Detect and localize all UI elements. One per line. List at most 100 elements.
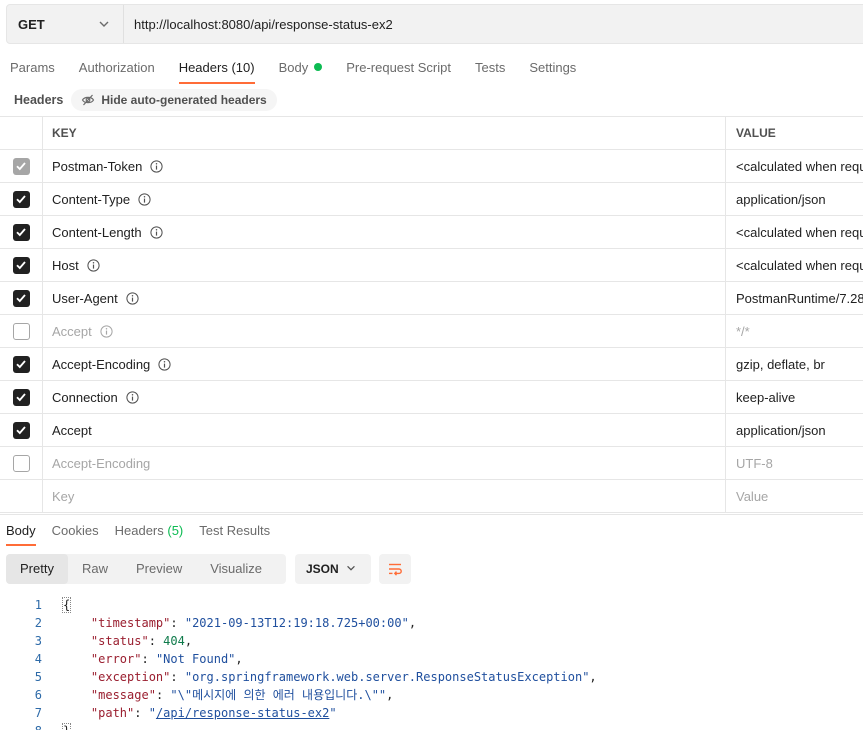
header-key: Accept	[52, 323, 92, 339]
line-number: 2	[34, 616, 42, 630]
info-icon[interactable]	[87, 258, 100, 272]
row-checkbox[interactable]	[12, 223, 30, 241]
line-number: 1	[34, 598, 42, 612]
header-key-cell[interactable]: Accept-Encoding	[43, 348, 726, 380]
header-value-cell[interactable]: <calculated when request is sent>	[726, 150, 863, 182]
tab-body[interactable]: Body	[269, 52, 333, 84]
header-key-cell[interactable]: Content-Length	[43, 216, 726, 248]
header-key: Content-Type	[52, 191, 131, 207]
line-number: 3	[34, 634, 42, 648]
header-key: Accept-Encoding	[52, 356, 151, 372]
json-value: "Not Found"	[155, 652, 236, 666]
response-tabs: Body Cookies Headers (5) Test Results	[0, 514, 863, 546]
url-input[interactable]: http://localhost:8080/api/response-statu…	[124, 17, 393, 32]
checkmark-icon	[16, 360, 26, 369]
header-value-cell[interactable]: gzip, deflate, br	[726, 348, 863, 380]
row-check-cell	[0, 348, 43, 380]
code-line: 6 "message": "\"메시지에 의한 에러 내용입니다.\"",	[0, 686, 863, 704]
new-key-input[interactable]: Key	[43, 480, 726, 512]
view-preview-button[interactable]: Preview	[122, 554, 196, 584]
row-checkbox[interactable]	[12, 421, 30, 439]
row-checkbox[interactable]	[12, 256, 30, 274]
table-header-row: KEY VALUE	[0, 117, 863, 150]
checkmark-icon	[16, 393, 26, 402]
header-key-cell[interactable]: Accept	[43, 315, 726, 347]
header-key-cell[interactable]: User-Agent	[43, 282, 726, 314]
tab-authorization[interactable]: Authorization	[69, 52, 165, 84]
json-value: "2021-09-13T12:19:18.725+00:00"	[184, 616, 409, 630]
request-tabs: Params Authorization Headers (10) Body P…	[0, 52, 590, 84]
json-value-link[interactable]: "/api/response-status-ex2"	[149, 706, 337, 720]
row-checkbox[interactable]	[12, 355, 30, 373]
headers-section-label: Headers	[14, 93, 64, 107]
info-icon[interactable]	[158, 357, 171, 371]
row-checkbox[interactable]	[12, 322, 30, 340]
tab-params[interactable]: Params	[0, 52, 65, 84]
new-header-row: Key Value	[0, 480, 863, 513]
info-icon[interactable]	[138, 192, 151, 206]
row-check-cell	[0, 150, 43, 182]
header-value-cell[interactable]: application/json	[726, 183, 863, 215]
hide-auto-generated-headers-button[interactable]: Hide auto-generated headers	[71, 89, 277, 111]
header-value-cell[interactable]: UTF-8	[726, 447, 863, 479]
tab-headers[interactable]: Headers (10)	[169, 52, 265, 84]
code-line: 4 "error": "Not Found",	[0, 650, 863, 668]
view-pretty-button[interactable]: Pretty	[6, 554, 68, 584]
row-check-cell	[0, 282, 43, 314]
row-check-cell	[0, 447, 43, 479]
tab-pre-request-script[interactable]: Pre-request Script	[336, 52, 461, 84]
json-comma: ,	[408, 616, 417, 630]
wrap-lines-button[interactable]	[379, 554, 411, 584]
header-value-cell[interactable]: application/json	[726, 414, 863, 446]
info-icon[interactable]	[100, 324, 113, 338]
tab-tests[interactable]: Tests	[465, 52, 515, 84]
view-raw-button[interactable]: Raw	[68, 554, 122, 584]
open-brace[interactable]: {	[62, 597, 72, 613]
code-line: 5 "exception": "org.springframework.web.…	[0, 668, 863, 686]
header-key-cell[interactable]: Connection	[43, 381, 726, 413]
format-dropdown[interactable]: JSON	[295, 554, 371, 584]
header-key-cell[interactable]: Content-Type	[43, 183, 726, 215]
format-label: JSON	[306, 562, 339, 576]
info-icon[interactable]	[126, 291, 139, 305]
json-comma: ,	[589, 670, 597, 684]
response-tab-cookies[interactable]: Cookies	[46, 515, 105, 546]
row-check-cell	[0, 183, 43, 215]
json-key: "status"	[90, 634, 149, 648]
info-icon[interactable]	[150, 159, 163, 173]
header-key-cell[interactable]: Host	[43, 249, 726, 281]
table-row: Accept-Encoding gzip, deflate, br	[0, 348, 863, 381]
response-tab-headers[interactable]: Headers (5)	[109, 515, 190, 546]
row-checkbox[interactable]	[12, 454, 30, 472]
json-value: 404	[163, 634, 185, 648]
header-key-cell[interactable]: Accept-Encoding	[43, 447, 726, 479]
code-line: 2 "timestamp": "2021-09-13T12:19:18.725+…	[0, 614, 863, 632]
info-icon[interactable]	[150, 225, 163, 239]
request-url-bar: GET http://localhost:8080/api/response-s…	[6, 4, 863, 44]
header-key: Connection	[52, 389, 118, 405]
method-dropdown[interactable]: GET	[7, 5, 124, 43]
response-tab-body[interactable]: Body	[0, 515, 42, 546]
new-value-input[interactable]: Value	[726, 480, 863, 512]
header-value-cell[interactable]: PostmanRuntime/7.28.4	[726, 282, 863, 314]
row-checkbox[interactable]	[12, 289, 30, 307]
header-value-cell[interactable]: <calculated when request is sent>	[726, 249, 863, 281]
header-key: Accept-Encoding	[52, 455, 151, 471]
header-key-cell[interactable]: Postman-Token	[43, 150, 726, 182]
header-value-cell[interactable]: */*	[726, 315, 863, 347]
header-key-cell[interactable]: Accept	[43, 414, 726, 446]
info-icon[interactable]	[126, 390, 139, 404]
table-row: Content-Length <calculated when request i…	[0, 216, 863, 249]
view-mode-segmented-control: Pretty Raw Preview Visualize	[6, 554, 286, 584]
row-checkbox[interactable]	[12, 388, 30, 406]
header-key: Content-Length	[52, 224, 142, 240]
tab-settings[interactable]: Settings	[519, 52, 586, 84]
response-tab-test-results[interactable]: Test Results	[193, 515, 276, 546]
column-key-header: KEY	[43, 117, 726, 149]
header-value-cell[interactable]: keep-alive	[726, 381, 863, 413]
row-checkbox[interactable]	[12, 190, 30, 208]
header-value-cell[interactable]: <calculated when request is sent>	[726, 216, 863, 248]
table-row: Accept */*	[0, 315, 863, 348]
header-key: User-Agent	[52, 290, 118, 306]
view-visualize-button[interactable]: Visualize	[196, 554, 276, 584]
